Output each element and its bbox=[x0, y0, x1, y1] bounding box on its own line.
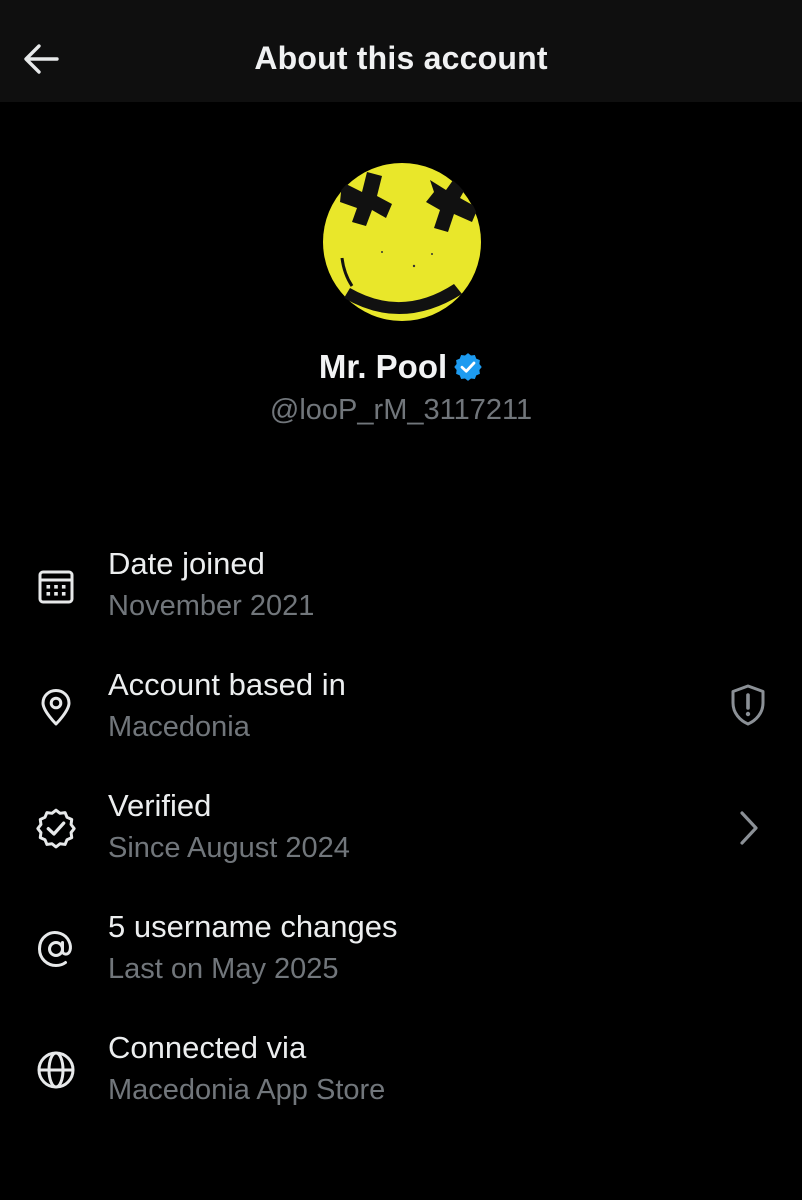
top-bar: About this account bbox=[0, 0, 802, 102]
avatar[interactable] bbox=[322, 162, 482, 322]
at-sign-icon bbox=[32, 925, 80, 973]
calendar-icon bbox=[32, 562, 80, 610]
info-row-username-changes: 5 username changes Last on May 2025 bbox=[0, 903, 802, 1003]
verified-badge-icon bbox=[454, 353, 482, 381]
display-name: Mr. Pool bbox=[318, 348, 448, 385]
chevron-right-icon[interactable] bbox=[724, 804, 772, 852]
info-subtitle: Macedonia App Store bbox=[108, 1074, 386, 1106]
info-subtitle: Macedonia bbox=[108, 711, 250, 743]
info-row-connected-via: Connected via Macedonia App Store bbox=[0, 1024, 802, 1124]
page-title: About this account bbox=[254, 40, 548, 76]
info-title: Account based in bbox=[108, 667, 346, 702]
info-subtitle: Since August 2024 bbox=[108, 832, 350, 864]
info-title: Connected via bbox=[108, 1030, 307, 1065]
smiley-face-avatar-image bbox=[322, 162, 482, 322]
info-row-verified[interactable]: Verified Since August 2024 bbox=[0, 782, 802, 882]
globe-icon bbox=[32, 1046, 80, 1094]
shield-alert-icon[interactable] bbox=[724, 681, 772, 729]
info-subtitle: Last on May 2025 bbox=[108, 953, 339, 985]
username-handle: @looP_rM_3117211 bbox=[269, 394, 533, 426]
info-title: Date joined bbox=[108, 546, 265, 581]
info-title: 5 username changes bbox=[108, 909, 398, 944]
display-name-row: Mr. Pool bbox=[0, 348, 802, 386]
location-pin-icon bbox=[32, 683, 80, 731]
info-row-account-based-in: Account based in Macedonia bbox=[0, 661, 802, 761]
info-subtitle: November 2021 bbox=[108, 590, 315, 622]
info-row-date-joined: Date joined November 2021 bbox=[0, 540, 802, 640]
verified-check-icon bbox=[32, 804, 80, 852]
info-title: Verified bbox=[108, 788, 212, 823]
